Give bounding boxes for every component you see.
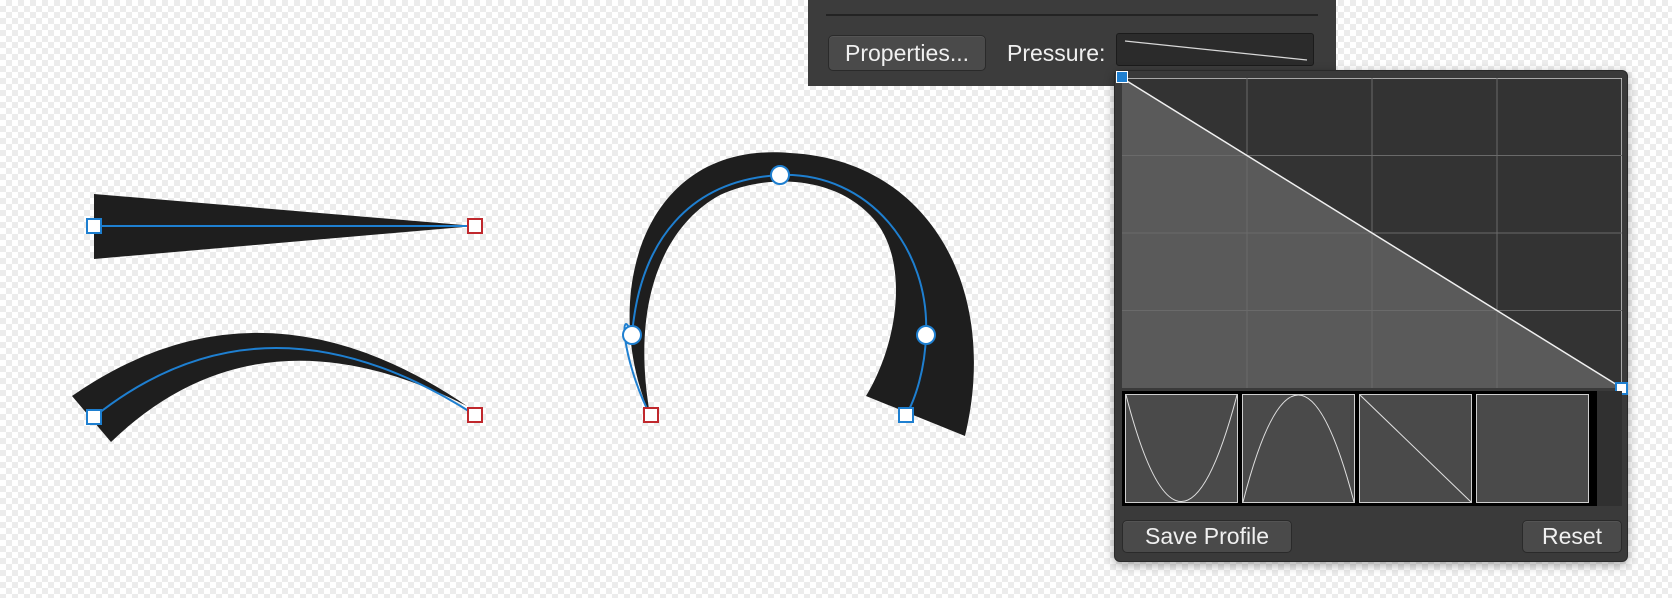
curve-start-node[interactable] [1116, 71, 1128, 83]
save-profile-button[interactable]: Save Profile [1122, 520, 1292, 553]
preset-list [1122, 391, 1597, 506]
pressure-popup: Save Profile Reset [1114, 70, 1628, 562]
tapered-arch-stroke[interactable] [72, 332, 483, 442]
preset-linear-descending[interactable] [1359, 394, 1472, 503]
start-node-handle[interactable] [898, 407, 914, 423]
curve-node-handle[interactable] [770, 165, 790, 185]
end-node-handle[interactable] [467, 407, 483, 423]
pressure-graph[interactable] [1122, 78, 1622, 388]
reset-button[interactable]: Reset [1522, 520, 1622, 553]
end-node-handle[interactable] [643, 407, 659, 423]
pressure-preview-curve [1124, 40, 1308, 61]
properties-button[interactable]: Properties... [828, 35, 986, 71]
toolbar-divider [826, 14, 1318, 16]
start-node-handle[interactable] [86, 409, 102, 425]
pressure-curve-button[interactable] [1116, 33, 1314, 66]
end-node-handle[interactable] [467, 218, 483, 234]
start-node-handle[interactable] [86, 218, 102, 234]
curve-node-handle[interactable] [916, 325, 936, 345]
preset-bell-curve[interactable] [1242, 394, 1355, 503]
tapered-straight-stroke[interactable] [86, 194, 483, 259]
preset-empty[interactable] [1476, 394, 1589, 503]
bell-curve-icon [1243, 395, 1354, 502]
curve-node-handle[interactable] [622, 325, 642, 345]
stroke-shape [72, 332, 467, 442]
preset-scrollbar[interactable] [1597, 391, 1622, 506]
pressure-label: Pressure: [1007, 40, 1106, 66]
valley-curve-icon [1126, 395, 1237, 502]
preset-valley-curve[interactable] [1125, 394, 1238, 503]
linear-descending-icon [1360, 395, 1471, 502]
horseshoe-stroke[interactable] [622, 152, 974, 436]
